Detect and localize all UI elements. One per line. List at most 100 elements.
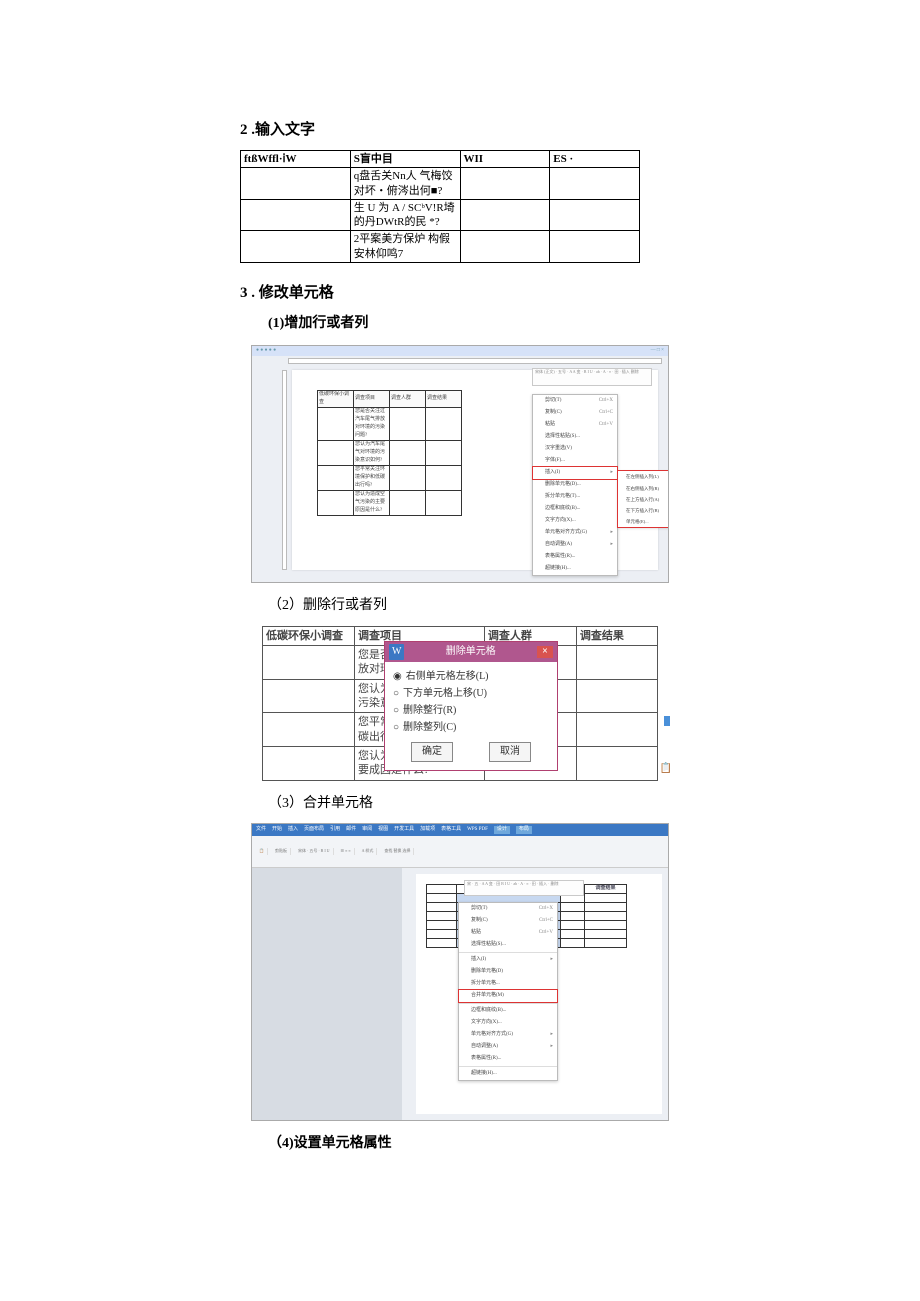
menu-item[interactable]: 选择性粘贴(S)... bbox=[459, 939, 557, 951]
shot1-left-icons: ● ● ● ● ● bbox=[256, 347, 276, 355]
submenu-item[interactable]: 在上方插入行(A) bbox=[618, 494, 669, 505]
styles-group[interactable]: A 样式 bbox=[359, 848, 378, 854]
ribbon-tab[interactable]: WPS PDF bbox=[467, 826, 488, 834]
submenu-item[interactable]: 单元格(E)... bbox=[618, 516, 669, 527]
menu-item[interactable]: 粘贴Ctrl+V bbox=[459, 927, 557, 939]
cell bbox=[550, 168, 640, 200]
table-row: 生 U 为 A / SCᵇV!R埼的丹DWtR的民 *? bbox=[241, 199, 640, 231]
menu-item[interactable]: 删除单元格(D)... bbox=[533, 479, 617, 491]
cancel-button[interactable]: 取消 bbox=[489, 742, 531, 762]
ribbon-tab[interactable]: 视图 bbox=[378, 826, 388, 834]
side-tab-icon[interactable] bbox=[664, 716, 670, 726]
context-menu[interactable]: 剪切(T)Ctrl+X复制(C)Ctrl+C粘贴Ctrl+V选择性粘贴(S)..… bbox=[458, 902, 558, 1081]
cell: 调查项目 bbox=[354, 391, 390, 408]
menu-item[interactable]: 文字方向(X)... bbox=[459, 1017, 557, 1029]
menu-item[interactable]: 自动调整(A)▸ bbox=[533, 539, 617, 551]
menu-item[interactable]: 文字方向(X)... bbox=[533, 515, 617, 527]
cell: 低碳环保小调查 bbox=[263, 626, 355, 645]
menu-item[interactable]: 自动调整(A)▸ bbox=[459, 1041, 557, 1053]
cell: 调查结果 bbox=[585, 884, 627, 893]
section-3-title: 3 . 修改单元格 bbox=[240, 281, 680, 305]
menu-item[interactable]: 剪切(T)Ctrl+X bbox=[459, 903, 557, 915]
radio-delete-col[interactable]: ○删除整列(C) bbox=[393, 720, 549, 736]
paragraph-group[interactable]: ☰ ≡ ≡ bbox=[338, 848, 355, 854]
editing-group[interactable]: 查找 替换 选择 bbox=[381, 848, 414, 854]
menu-item[interactable]: 汉字重选(V) bbox=[533, 443, 617, 455]
ribbon-tab[interactable]: 加载项 bbox=[420, 826, 435, 834]
context-menu[interactable]: 剪切(T)Ctrl+X复制(C)Ctrl+C粘贴Ctrl+V选择性粘贴(S)..… bbox=[532, 394, 618, 576]
font-group[interactable]: 宋体 · 五号 · B I U bbox=[295, 848, 334, 854]
close-icon[interactable]: × bbox=[537, 646, 553, 658]
cell bbox=[550, 231, 640, 263]
menu-item[interactable]: 插入(I)▸ bbox=[459, 954, 557, 966]
insert-submenu[interactable]: 在左侧插入列(L)在右侧插入列(R)在上方插入行(A)在下方插入行(B)单元格(… bbox=[618, 471, 669, 527]
menu-item[interactable]: 复制(C)Ctrl+C bbox=[533, 407, 617, 419]
cell bbox=[460, 199, 550, 231]
cell: 低碳环保小调查 bbox=[318, 391, 354, 408]
cell: 调查结果 bbox=[576, 626, 657, 645]
menu-item[interactable]: 剪切(T)Ctrl+X bbox=[533, 395, 617, 407]
radio-shift-up[interactable]: ○下方单元格上移(U) bbox=[393, 686, 549, 702]
submenu-item[interactable]: 在右侧插入列(R) bbox=[618, 483, 669, 494]
ribbon-context-tab[interactable]: 布局 bbox=[516, 826, 532, 834]
section-2-title: 2 .输入文字 bbox=[240, 118, 680, 142]
cell: 您认为汽车尾气对环境的污染意识如何? bbox=[354, 441, 390, 466]
cell: 调查人群 bbox=[390, 391, 426, 408]
radio-delete-row[interactable]: ○删除整行(R) bbox=[393, 703, 549, 719]
screenshot-insert-row-col: ● ● ● ● ● — □ × 低碳环保小调查 调查项目 调查人群 调查结果 您… bbox=[251, 345, 669, 583]
ribbon-context-tab[interactable]: 设计 bbox=[494, 826, 510, 834]
menu-item[interactable]: 选择性粘贴(S)... bbox=[533, 431, 617, 443]
screenshot-delete-cells: 低碳环保小调查 调查项目 调查人群 调查结果 您是否关注过汽车尾气排放对环境的污… bbox=[262, 626, 658, 781]
menu-item[interactable]: 拆分单元格... bbox=[459, 978, 557, 990]
paste-icon[interactable]: 📋 bbox=[256, 848, 268, 854]
submenu-item[interactable]: 在左侧插入列(L) bbox=[618, 471, 669, 482]
clipboard-group[interactable]: 剪贴板 bbox=[272, 848, 291, 854]
ribbon-tabs[interactable]: 文件开始插入页面布局引用邮件审阅视图开发工具加载项表格工具 WPS PDF 设计布局 bbox=[252, 824, 668, 836]
menu-item[interactable]: 单元格对齐方式(G)▸ bbox=[533, 527, 617, 539]
vruler-icon bbox=[282, 370, 287, 570]
input-text-table: ftßWffl·ⅰW S盲中目 WII ES · q盘舌关Nn人 气梅饺对坏・俯… bbox=[240, 150, 640, 263]
ribbon-tab[interactable]: 开发工具 bbox=[394, 826, 414, 834]
margin-area bbox=[252, 868, 402, 1120]
ribbon-groups[interactable]: 📋 剪贴板 宋体 · 五号 · B I U ☰ ≡ ≡ A 样式 查找 替换 选… bbox=[252, 836, 668, 868]
mini-toolbar[interactable]: 宋体 (正文) · 五号 · A A 变 · B I U · ab · A · … bbox=[532, 368, 652, 386]
menu-item[interactable]: 表格属性(R)... bbox=[459, 1053, 557, 1065]
radio-shift-left[interactable]: ◉右侧单元格左移(L) bbox=[393, 669, 549, 685]
menu-item[interactable]: 粘贴Ctrl+V bbox=[533, 419, 617, 431]
ribbon-tab[interactable]: 插入 bbox=[288, 826, 298, 834]
ribbon-tab[interactable]: 引用 bbox=[330, 826, 340, 834]
menu-item[interactable]: 表格属性(R)... bbox=[533, 551, 617, 563]
menu-item[interactable]: 合并单元格(M) bbox=[459, 990, 557, 1002]
th-4: ES · bbox=[550, 151, 640, 168]
ribbon-tab[interactable]: 文件 bbox=[256, 826, 266, 834]
menu-item[interactable]: 超链接(H)... bbox=[533, 563, 617, 575]
menu-item[interactable]: 边框和底纹(B)... bbox=[533, 503, 617, 515]
cell: 您认为造成空气污染的主要原因是什么? bbox=[354, 491, 390, 516]
menu-item[interactable]: 拆分单元格(T)... bbox=[533, 491, 617, 503]
cell: 2平案美方保炉 构假安林仰鸣7 bbox=[350, 231, 460, 263]
ribbon-tab[interactable]: 审阅 bbox=[362, 826, 372, 834]
menu-item[interactable]: 边框和底纹(B)... bbox=[459, 1005, 557, 1017]
cell bbox=[241, 231, 351, 263]
menu-item[interactable]: 删除单元格(D) bbox=[459, 966, 557, 978]
ribbon-tab[interactable]: 页面布局 bbox=[304, 826, 324, 834]
screenshot-merge-cells: 文件开始插入页面布局引用邮件审阅视图开发工具加载项表格工具 WPS PDF 设计布局… bbox=[251, 823, 669, 1121]
ribbon-tab[interactable]: 开始 bbox=[272, 826, 282, 834]
shot1-mini-table: 低碳环保小调查 调查项目 调查人群 调查结果 您是否关注过汽车尾气排放对环境的污… bbox=[317, 390, 462, 516]
menu-item[interactable]: 插入(I)▸ bbox=[533, 467, 617, 479]
menu-item[interactable]: 复制(C)Ctrl+C bbox=[459, 915, 557, 927]
clipboard-icon[interactable]: 📋 bbox=[660, 761, 672, 777]
cell bbox=[241, 168, 351, 200]
cell bbox=[460, 168, 550, 200]
menu-item[interactable]: 字体(F)... bbox=[533, 455, 617, 467]
ribbon-tab[interactable]: 邮件 bbox=[346, 826, 356, 834]
mini-toolbar[interactable]: 宋 · 五 · A A 变 · 田 B I U · ab · A · ≡ · 田… bbox=[464, 880, 584, 896]
menu-item[interactable]: 超链接(H)... bbox=[459, 1068, 557, 1080]
menu-separator bbox=[459, 1003, 557, 1004]
ok-button[interactable]: 确定 bbox=[411, 742, 453, 762]
ribbon: 文件开始插入页面布局引用邮件审阅视图开发工具加载项表格工具 WPS PDF 设计布局… bbox=[252, 824, 668, 868]
ribbon-tab[interactable]: 表格工具 bbox=[441, 826, 461, 834]
sub-3-4-title: （4)设置单元格属性 bbox=[268, 1133, 680, 1155]
submenu-item[interactable]: 在下方插入行(B) bbox=[618, 505, 669, 516]
menu-item[interactable]: 单元格对齐方式(G)▸ bbox=[459, 1029, 557, 1041]
